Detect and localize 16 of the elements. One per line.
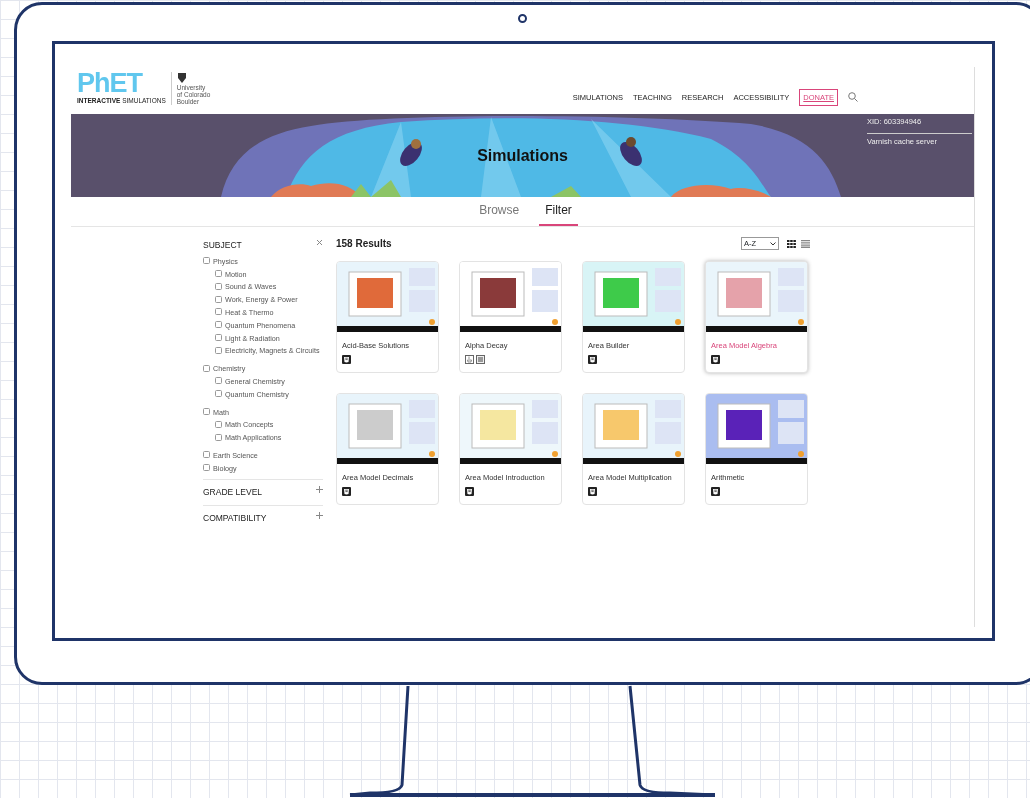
filter-section-title: SUBJECT — [203, 239, 242, 252]
list-view-icon[interactable] — [801, 239, 810, 248]
caret-icon — [770, 241, 776, 246]
camera-dot — [518, 14, 527, 23]
search-icon[interactable] — [848, 92, 858, 103]
plus-icon[interactable] — [316, 485, 323, 493]
close-icon[interactable] — [316, 239, 323, 246]
banner-title: Simulations — [477, 145, 568, 166]
university-emblem-icon — [176, 71, 187, 84]
grid-view-icon[interactable] — [787, 239, 796, 248]
tab[interactable]: Browse — [473, 200, 526, 226]
tab[interactable]: Filter — [539, 200, 578, 226]
filter-section-title: GRADE LEVEL — [203, 485, 263, 499]
filter-section-title: COMPATIBILITY — [203, 512, 267, 525]
results-count: 158 Results — [336, 237, 392, 251]
plus-icon[interactable] — [316, 512, 323, 520]
